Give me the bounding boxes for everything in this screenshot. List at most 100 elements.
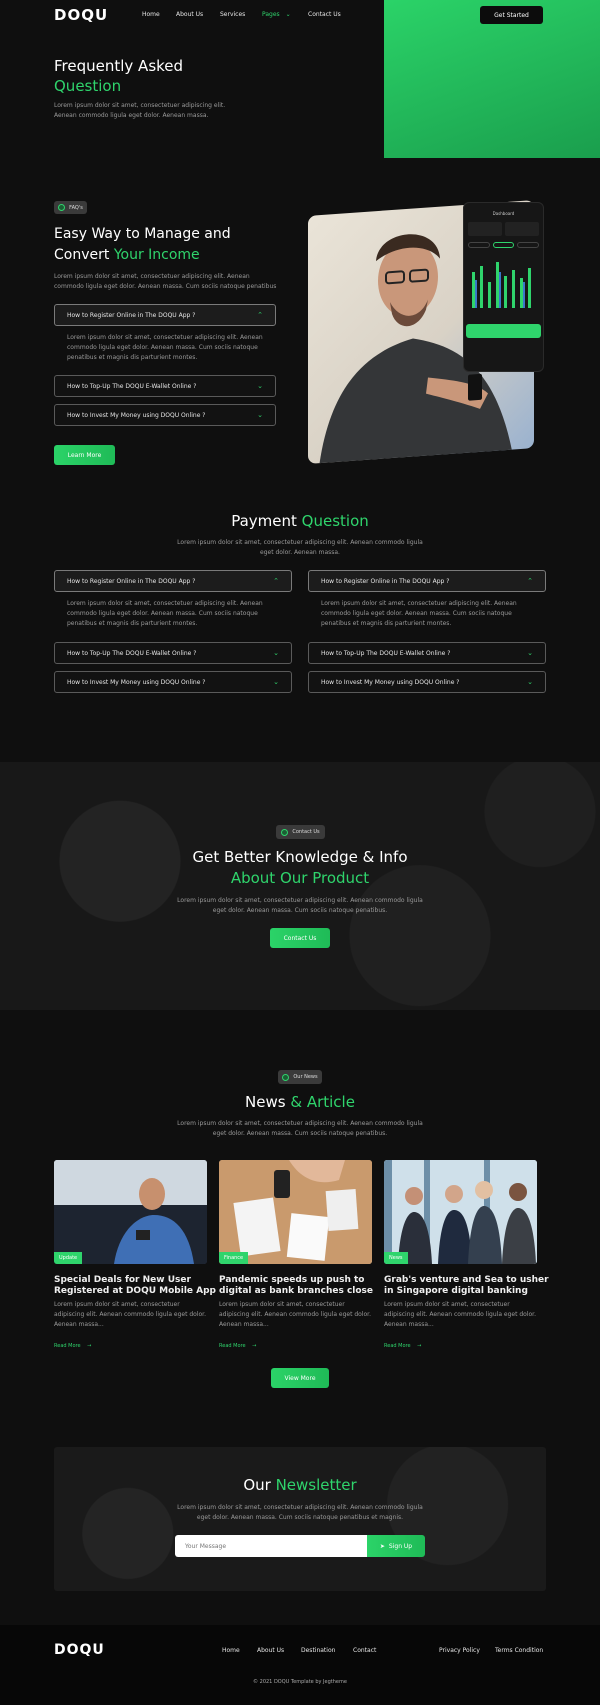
faq-item-3[interactable]: How to Invest My Money using DOQU Online…: [54, 404, 276, 426]
nav-contact[interactable]: Contact Us: [308, 11, 341, 18]
footer-about[interactable]: About Us: [257, 1647, 284, 1654]
news-title-a: News: [245, 1093, 291, 1111]
faq-item-2[interactable]: How to Top-Up The DOQU E-Wallet Online ?…: [54, 375, 276, 397]
news-card-1-title-line2: Registered at DOQU Mobile App: [54, 1286, 217, 1296]
faq-answer-1: Lorem ipsum dolor sit amet, consectetuer…: [67, 333, 263, 363]
hero-title-line1: Frequently Asked: [54, 57, 184, 75]
footer-destination[interactable]: Destination: [301, 1647, 335, 1654]
faq-item-1[interactable]: How to Register Online in The DOQU App ?…: [54, 304, 276, 326]
news-card-2-read-more[interactable]: Read More →: [219, 1343, 256, 1349]
news-card-1-read-more[interactable]: Read More →: [54, 1343, 91, 1349]
nav-home[interactable]: Home: [142, 11, 160, 18]
news-card-2-image[interactable]: Finance: [219, 1160, 372, 1264]
news-card-2-tag[interactable]: Finance: [219, 1252, 249, 1264]
payment-right-q2: How to Top-Up The DOQU E-Wallet Online ?: [321, 649, 451, 657]
footer-home[interactable]: Home: [222, 1647, 240, 1654]
faq-title-line2: Convert Your Income: [54, 245, 231, 266]
newsletter-description: Lorem ipsum dolor sit amet, consectetuer…: [0, 1503, 600, 1523]
payment-left-item-1[interactable]: How to Register Online in The DOQU App ?…: [54, 570, 292, 592]
chevron-up-icon: ⌃: [273, 577, 279, 585]
payment-right-item-2[interactable]: How to Top-Up The DOQU E-Wallet Online ?…: [308, 642, 546, 664]
payment-description: Lorem ipsum dolor sit amet, consectetuer…: [0, 538, 600, 558]
learn-more-button[interactable]: Learn More: [54, 445, 115, 465]
dashboard-stats: [468, 222, 539, 236]
newsletter-desc-line2: eget dolor. Aenean massa. Cum sociis nat…: [196, 1514, 404, 1521]
news-desc-line2: eget dolor. Aenean massa. Cum sociis nat…: [212, 1130, 388, 1137]
faq-question-2: How to Top-Up The DOQU E-Wallet Online ?: [67, 382, 197, 390]
news-card-2-title-line2: digital as bank branches close: [219, 1286, 374, 1296]
faq-question-1: How to Register Online in The DOQU App ?: [67, 311, 196, 319]
faq-question-3: How to Invest My Money using DOQU Online…: [67, 411, 206, 419]
payment-left-item-2[interactable]: How to Top-Up The DOQU E-Wallet Online ?…: [54, 642, 292, 664]
contact-us-button[interactable]: Contact Us: [270, 928, 330, 948]
news-card-3-read-more[interactable]: Read More →: [384, 1343, 421, 1349]
desk-documents-illustration: [219, 1160, 372, 1264]
dashboard-bar-chart: [472, 262, 531, 308]
news-title: News & Article: [0, 1093, 600, 1111]
payment-left-answer: Lorem ipsum dolor sit amet, consectetuer…: [67, 599, 263, 629]
news-description: Lorem ipsum dolor sit amet, consectetuer…: [0, 1119, 600, 1139]
news-card-3-title-line1: Grab's venture and Sea to usher: [384, 1275, 549, 1285]
payment-right-answer: Lorem ipsum dolor sit amet, consectetuer…: [321, 599, 517, 629]
faq-answer-line2: commodo ligula eget dolor. Aenean massa.…: [67, 344, 258, 351]
news-card-3-title[interactable]: Grab's venture and Sea to usher in Singa…: [384, 1275, 549, 1297]
news-card-2-title[interactable]: Pandemic speeds up push to digital as ba…: [219, 1275, 373, 1297]
faq-desc-line1: Lorem ipsum dolor sit amet, consectetuer…: [54, 273, 250, 280]
newsletter-message-input[interactable]: [175, 1535, 368, 1557]
payment-title-b: Question: [301, 512, 369, 530]
hero-description: Lorem ipsum dolor sit amet, consectetuer…: [54, 101, 225, 121]
knowledge-title-line1: Get Better Knowledge & Info: [192, 848, 408, 866]
payment-right-item-3[interactable]: How to Invest My Money using DOQU Online…: [308, 671, 546, 693]
chevron-up-icon: ⌃: [257, 311, 263, 319]
news-desc-line1: Lorem ipsum dolor sit amet, consectetuer…: [177, 1120, 423, 1127]
news-card-1-image[interactable]: Update: [54, 1160, 207, 1264]
news-card-3-body: Lorem ipsum dolor sit amet, consectetuer…: [384, 1300, 536, 1330]
footer-privacy[interactable]: Privacy Policy: [439, 1647, 480, 1654]
news-card-1-tag[interactable]: Update: [54, 1252, 83, 1264]
footer-terms[interactable]: Terms Condition: [495, 1647, 543, 1654]
handshake-illustration: [384, 1160, 537, 1264]
man-in-car-illustration: [54, 1160, 207, 1264]
news-card-3-body-line3: Aenean massa...: [384, 1321, 434, 1328]
send-icon: ➤: [379, 1542, 385, 1550]
get-started-button[interactable]: Get Started: [480, 6, 543, 24]
news-card-1-title-line1: Special Deals for New User: [54, 1275, 191, 1285]
knowledge-title-line2a: About: [230, 869, 280, 887]
nav-services[interactable]: Services: [220, 11, 245, 18]
news-card-2-body-line2: adipiscing elit. Aenean commodo ligula e…: [219, 1311, 372, 1318]
knowledge-desc-line1: Lorem ipsum dolor sit amet, consectetuer…: [177, 897, 423, 904]
payment-right-q3: How to Invest My Money using DOQU Online…: [321, 678, 460, 686]
payment-left-item-3[interactable]: How to Invest My Money using DOQU Online…: [54, 671, 292, 693]
news-card-2-title-line1: Pandemic speeds up push to: [219, 1275, 365, 1285]
dashboard-title: Dashboard: [492, 211, 515, 216]
footer-contact[interactable]: Contact: [353, 1647, 376, 1654]
news-card-1-body-line1: Lorem ipsum dolor sit amet, consectetuer: [54, 1301, 180, 1308]
payment-right-item-1[interactable]: How to Register Online in The DOQU App ?…: [308, 570, 546, 592]
news-card-3-image[interactable]: News: [384, 1160, 537, 1264]
faq-title-line2a: Convert: [54, 247, 114, 263]
payment-right-a2: commodo ligula eget dolor. Aenean massa.…: [321, 610, 512, 617]
dashboard-tabs: [468, 242, 540, 248]
knowledge-desc-line2: eget dolor. Aenean massa. Cum sociis nat…: [212, 907, 388, 914]
payment-left-a1: Lorem ipsum dolor sit amet, consectetuer…: [67, 600, 263, 607]
footer-logo[interactable]: DOQU: [54, 1642, 105, 1658]
hero-desc-line2: Aenean commodo ligula eget dolor. Aenean…: [54, 112, 209, 119]
nav-pages[interactable]: Pages ⌄: [262, 11, 291, 18]
news-card-3-tag[interactable]: News: [384, 1252, 408, 1264]
sign-up-button[interactable]: ➤ Sign Up: [367, 1535, 425, 1557]
news-card-1-title[interactable]: Special Deals for New User Registered at…: [54, 1275, 216, 1297]
faq-title-line2b: Your Income: [113, 247, 200, 263]
logo[interactable]: DOQU: [54, 6, 108, 24]
payment-left-a2: commodo ligula eget dolor. Aenean massa.…: [67, 610, 258, 617]
nav-about[interactable]: About Us: [176, 11, 203, 18]
faq-title-line1: Easy Way to Manage and: [54, 226, 231, 242]
news-title-b: & Article: [290, 1093, 355, 1111]
payment-left-q2: How to Top-Up The DOQU E-Wallet Online ?: [67, 649, 197, 657]
payment-title-a: Payment: [231, 512, 302, 530]
payment-right-a3: penatibus et magnis dis parturient monte…: [321, 620, 452, 627]
read-more-label: Read More: [219, 1343, 246, 1349]
arrow-right-icon: →: [417, 1343, 422, 1349]
view-more-button[interactable]: View More: [271, 1368, 329, 1388]
hero-title-line2: Question: [54, 77, 122, 95]
news-card-2-body-line3: Aenean massa...: [219, 1321, 269, 1328]
